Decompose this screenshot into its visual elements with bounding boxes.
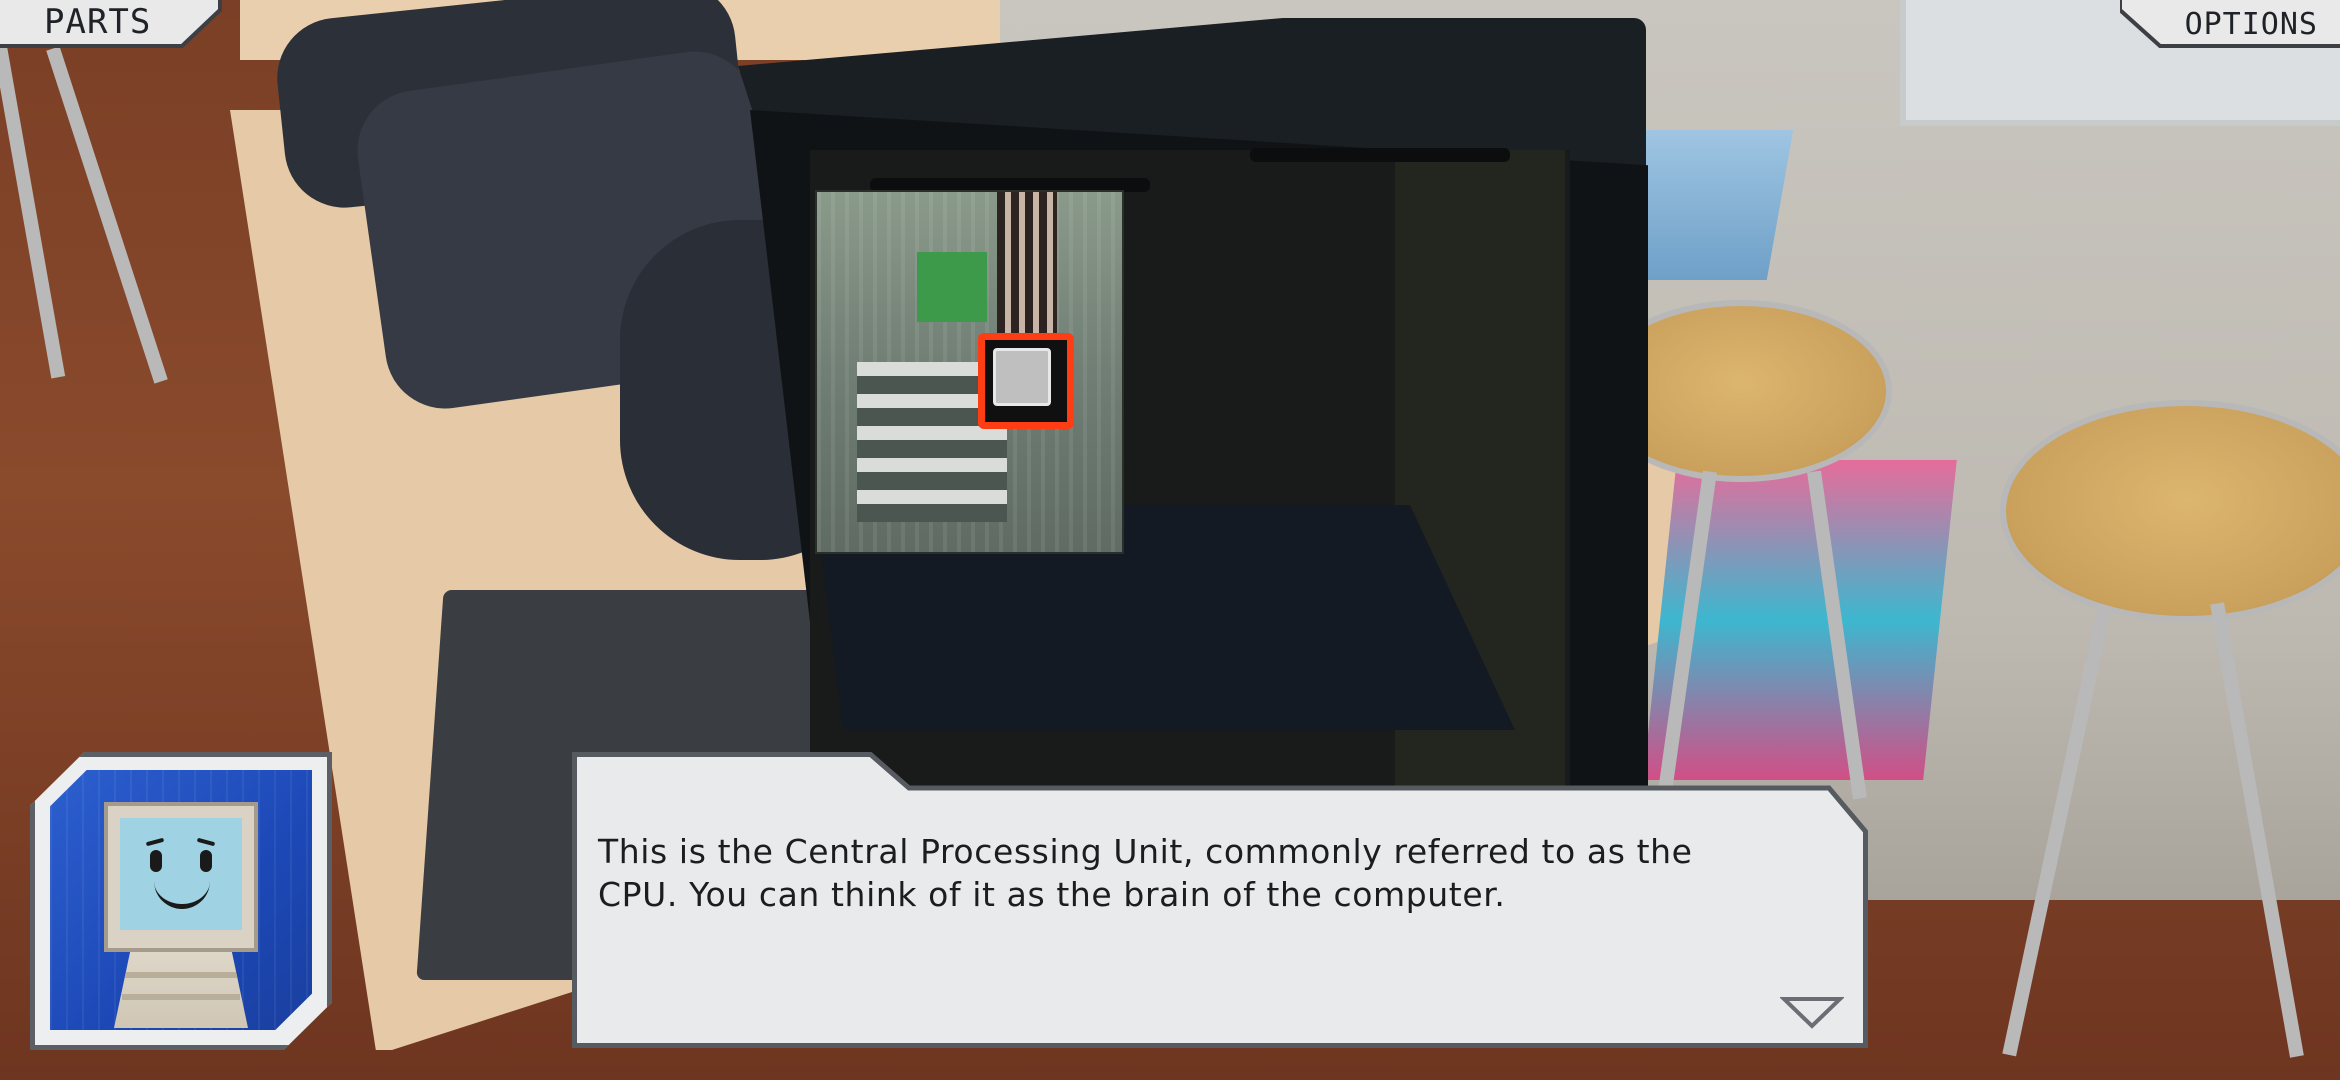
dialogue-text-line: This is the Central Processing Unit, com… (598, 832, 1693, 871)
background-stool-left (0, 0, 168, 390)
motherboard[interactable] (815, 190, 1124, 554)
mascot-base (114, 952, 248, 1028)
mascot-monitor (104, 802, 258, 952)
pc-case-rail (1250, 148, 1510, 162)
mascot-eye (200, 850, 212, 872)
mascot-smile (154, 876, 210, 909)
dialogue-text: This is the Central Processing Unit, com… (598, 830, 1828, 916)
mascot-eye (150, 850, 162, 872)
cpu-highlight[interactable] (978, 333, 1074, 429)
mascot-face (120, 818, 242, 930)
ram-slots (997, 192, 1057, 342)
chipset-heatsink (917, 252, 987, 322)
triangle-down-icon[interactable] (1780, 996, 1844, 1030)
options-button-frame (2120, 0, 2340, 48)
dialogue-text-line: CPU. You can think of it as the brain of… (598, 875, 1506, 914)
computer-mascot-icon (50, 770, 312, 1030)
cpu-chip[interactable] (993, 348, 1051, 406)
parts-button[interactable]: PARTS (0, 0, 222, 48)
parts-button-label: PARTS (44, 2, 152, 42)
